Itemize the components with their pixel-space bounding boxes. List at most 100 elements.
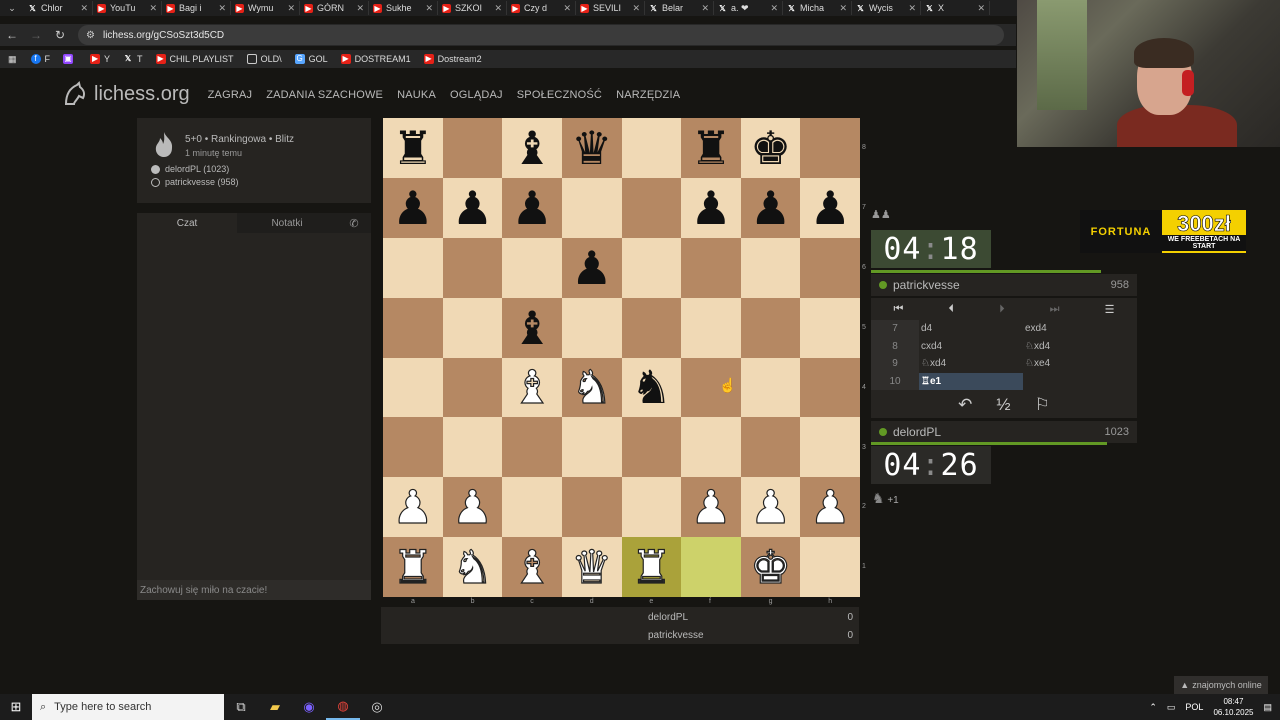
square-g4[interactable] — [740, 357, 801, 418]
square-h3[interactable] — [800, 417, 860, 478]
nav-item[interactable]: NARZĘDZIA — [616, 89, 680, 101]
nav-item[interactable]: SPOŁECZNOŚĆ — [517, 89, 602, 101]
square-d1[interactable]: ♛ — [561, 537, 622, 597]
tab-search-icon[interactable]: ⌄ — [0, 3, 24, 14]
bookmark-item[interactable]: ▣ — [63, 54, 77, 64]
square-h6[interactable] — [800, 237, 860, 298]
menu-icon[interactable]: ☰ — [1105, 303, 1115, 316]
takeback-icon[interactable]: ↶ — [958, 395, 972, 415]
square-b1[interactable]: ♞ — [442, 537, 503, 597]
close-icon[interactable]: ✕ — [701, 3, 709, 14]
black-pawn-icon[interactable]: ♟ — [810, 185, 851, 231]
square-h8[interactable] — [800, 118, 860, 178]
white-pawn-icon[interactable]: ♟ — [749, 484, 791, 531]
phone-icon[interactable]: ✆ — [337, 213, 371, 233]
square-e4[interactable]: ♞ — [621, 357, 682, 418]
white-pawn-icon[interactable]: ♟ — [690, 484, 732, 531]
square-a4[interactable] — [383, 357, 443, 418]
close-icon[interactable]: ✕ — [287, 3, 295, 14]
obs-icon[interactable]: ◎ — [360, 694, 394, 720]
white-rook-icon[interactable]: ♜ — [630, 543, 672, 590]
white-move[interactable]: d4 — [919, 320, 1023, 338]
square-e6[interactable] — [621, 237, 682, 298]
white-move[interactable]: ♖e1 — [919, 372, 1023, 390]
white-bishop-icon[interactable]: ♝ — [511, 364, 553, 411]
square-c1[interactable]: ♝ — [502, 537, 562, 597]
square-g3[interactable] — [740, 417, 801, 478]
close-icon[interactable]: ✕ — [632, 3, 640, 14]
square-d2[interactable] — [561, 477, 622, 538]
square-b2[interactable]: ♟ — [442, 477, 503, 538]
square-f7[interactable]: ♟ — [681, 177, 741, 238]
white-knight-icon[interactable]: ♞ — [570, 364, 612, 411]
square-g2[interactable]: ♟ — [740, 477, 801, 538]
browser-tab[interactable]: ▶ SZKOI ✕ — [438, 1, 507, 15]
taskbar-clock[interactable]: 08:47 06.10.2025 — [1213, 696, 1253, 718]
top-player[interactable]: patrickvesse 958 — [871, 274, 1137, 296]
online-friends-button[interactable]: ▲ znajomych online — [1174, 676, 1268, 694]
nav-item[interactable]: NAUKA — [397, 89, 436, 101]
close-icon[interactable]: ✕ — [218, 3, 226, 14]
square-h4[interactable] — [800, 357, 860, 418]
black-king-icon[interactable]: ♚ — [750, 125, 791, 171]
browser-tab[interactable]: ▶ GÓRN ✕ — [300, 1, 369, 15]
bookmark-item[interactable]: ▶ Y — [90, 54, 110, 64]
square-f8[interactable]: ♜ — [681, 118, 741, 178]
white-knight-icon[interactable]: ♞ — [451, 543, 493, 590]
bookmark-item[interactable]: fF — [30, 54, 50, 64]
square-d5[interactable] — [561, 297, 622, 358]
close-icon[interactable]: ✕ — [563, 3, 571, 14]
square-e7[interactable] — [621, 177, 682, 238]
close-icon[interactable]: ✕ — [770, 3, 778, 14]
square-g7[interactable]: ♟ — [740, 177, 801, 238]
browser-tab[interactable]: 𝕏 Wycis ✕ — [852, 1, 921, 15]
white-pawn-icon[interactable]: ♟ — [809, 484, 851, 531]
browser-tab[interactable]: 𝕏 Micha ✕ — [783, 1, 852, 15]
prev-move-icon[interactable]: ⏴ — [949, 303, 955, 316]
site-logo[interactable]: lichess.org — [60, 80, 190, 108]
taskbar-search[interactable]: ⌕ Type here to search — [32, 694, 224, 720]
next-move-icon[interactable]: ⏵ — [999, 303, 1005, 316]
square-d3[interactable] — [561, 417, 622, 478]
bookmark-item[interactable]: G GOL — [294, 54, 328, 64]
network-icon[interactable]: ▭ — [1167, 702, 1176, 713]
tab-chat[interactable]: Czat — [137, 213, 237, 233]
square-e8[interactable] — [621, 118, 682, 178]
chrome-icon[interactable]: ◍ — [326, 694, 360, 720]
fortuna-ad[interactable]: FORTUNA 300zł WE FREEBETACH NA START — [1080, 210, 1246, 253]
task-view-icon[interactable]: ⧉ — [224, 694, 258, 720]
browser-tab[interactable]: ▶ Wymu ✕ — [231, 1, 300, 15]
browser-tab[interactable]: ▶ YouTu ✕ — [93, 1, 162, 15]
black-rook-icon[interactable]: ♜ — [392, 125, 433, 171]
black-queen-icon[interactable]: ♛ — [571, 125, 612, 171]
close-icon[interactable]: ✕ — [425, 3, 433, 14]
meta-white-player[interactable]: delordPL (1023) — [151, 164, 357, 174]
square-b6[interactable] — [442, 237, 503, 298]
square-a3[interactable] — [383, 417, 443, 478]
file-explorer-icon[interactable]: ▰ — [258, 694, 292, 720]
square-f5[interactable] — [681, 297, 741, 358]
square-a8[interactable]: ♜ — [383, 118, 443, 178]
square-c5[interactable]: ♝ — [502, 297, 562, 358]
white-move[interactable]: ♘xd4 — [919, 355, 1023, 373]
square-h5[interactable] — [800, 297, 860, 358]
close-icon[interactable]: ✕ — [80, 3, 88, 14]
square-a7[interactable]: ♟ — [383, 177, 443, 238]
black-rook-icon[interactable]: ♜ — [690, 125, 731, 171]
windows-start-icon[interactable]: ⊞ — [0, 699, 32, 715]
square-g1[interactable]: ♚ — [740, 537, 801, 597]
tray-chevron-icon[interactable]: ⌃ — [1149, 702, 1157, 713]
square-c2[interactable] — [502, 477, 562, 538]
white-bishop-icon[interactable]: ♝ — [511, 543, 553, 590]
square-a2[interactable]: ♟ — [383, 477, 443, 538]
square-e2[interactable] — [621, 477, 682, 538]
reload-icon[interactable]: ↻ — [48, 28, 72, 42]
close-icon[interactable]: ✕ — [494, 3, 502, 14]
white-king-icon[interactable]: ♚ — [749, 543, 791, 590]
black-bishop-icon[interactable]: ♝ — [511, 305, 552, 351]
black-pawn-icon[interactable]: ♟ — [690, 185, 731, 231]
square-a1[interactable]: ♜ — [383, 537, 443, 597]
black-knight-icon[interactable]: ♞ — [631, 364, 672, 410]
black-pawn-icon[interactable]: ♟ — [452, 185, 493, 231]
close-icon[interactable]: ✕ — [977, 3, 985, 14]
